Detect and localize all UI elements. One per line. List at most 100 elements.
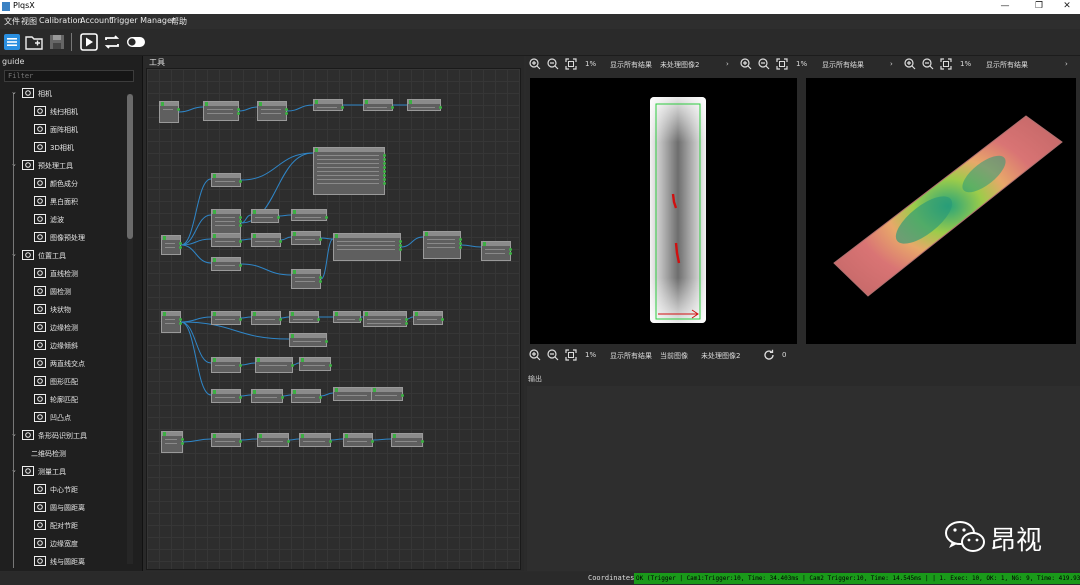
tool-node[interactable] (257, 433, 290, 447)
node-output-port[interactable] (291, 364, 294, 367)
tool-node[interactable] (161, 311, 182, 333)
node-output-port[interactable] (181, 442, 184, 445)
node-output-port[interactable] (177, 108, 180, 111)
node-output-port[interactable] (509, 252, 512, 255)
node-output-port[interactable] (459, 246, 462, 249)
node-output-port[interactable] (239, 364, 242, 367)
current-image-select[interactable]: 当前图像 (660, 351, 688, 361)
minimize-button[interactable]: — (990, 0, 1020, 14)
open-folder-icon[interactable] (25, 33, 43, 51)
node-output-port[interactable] (421, 440, 424, 443)
node-output-port[interactable] (359, 318, 362, 321)
tool-node[interactable] (333, 311, 362, 323)
node-output-port[interactable] (383, 162, 386, 165)
node-output-port[interactable] (405, 322, 408, 325)
tool-node[interactable] (413, 311, 444, 325)
node-output-port[interactable] (285, 112, 288, 115)
fit-view-icon[interactable] (565, 349, 577, 361)
node-output-port[interactable] (383, 154, 386, 157)
zoom-in-icon[interactable] (904, 58, 916, 70)
tool-node[interactable] (481, 241, 512, 261)
tool-node[interactable] (291, 231, 322, 245)
tool-node[interactable] (161, 235, 182, 255)
show-all-results[interactable]: 显示所有结果 (610, 351, 652, 361)
tool-node[interactable] (251, 209, 280, 223)
tool-node[interactable] (211, 311, 242, 325)
tool-node[interactable] (211, 257, 242, 271)
image-viewer-3d[interactable] (806, 78, 1076, 344)
tool-node[interactable] (291, 269, 322, 289)
tool-node[interactable] (299, 357, 332, 371)
tool-node[interactable] (343, 433, 374, 447)
tool-node[interactable] (211, 233, 242, 247)
image-select[interactable]: 未处理图像2 (701, 351, 740, 361)
node-output-port[interactable] (341, 106, 344, 109)
tool-node[interactable] (289, 311, 320, 323)
node-output-port[interactable] (239, 220, 242, 223)
node-output-port[interactable] (179, 246, 182, 249)
filter-input[interactable]: Filter (4, 70, 134, 82)
tool-node[interactable] (291, 389, 322, 403)
fit-view-icon[interactable] (940, 58, 952, 70)
node-output-port[interactable] (383, 174, 386, 177)
image-select[interactable]: 未处理图像2 (660, 60, 699, 70)
node-output-port[interactable] (239, 440, 242, 443)
menu-file[interactable]: 文件 (4, 16, 20, 27)
node-output-port[interactable] (329, 364, 332, 367)
zoom-in-icon[interactable] (740, 58, 752, 70)
tool-node[interactable] (407, 99, 442, 111)
save-icon[interactable] (48, 33, 66, 51)
node-output-port[interactable] (399, 248, 402, 251)
node-output-port[interactable] (239, 264, 242, 267)
close-button[interactable]: ✕ (1052, 0, 1080, 14)
tool-node[interactable] (257, 101, 288, 121)
node-output-port[interactable] (391, 106, 394, 109)
tool-node[interactable] (291, 209, 328, 221)
node-output-port[interactable] (459, 238, 462, 241)
node-output-port[interactable] (325, 216, 328, 219)
node-output-port[interactable] (239, 318, 242, 321)
node-output-port[interactable] (399, 240, 402, 243)
fit-view-icon[interactable] (565, 58, 577, 70)
node-output-port[interactable] (239, 396, 242, 399)
node-output-port[interactable] (371, 440, 374, 443)
list-icon[interactable] (3, 33, 21, 51)
node-output-port[interactable] (239, 180, 242, 183)
zoom-in-icon[interactable] (529, 58, 541, 70)
node-output-port[interactable] (383, 166, 386, 169)
tool-node[interactable] (289, 333, 328, 347)
node-output-port[interactable] (281, 396, 284, 399)
node-output-port[interactable] (439, 106, 442, 109)
tool-node[interactable] (203, 101, 240, 121)
tool-node[interactable] (333, 233, 402, 261)
node-output-port[interactable] (441, 318, 444, 321)
node-output-port[interactable] (239, 240, 242, 243)
refresh-icon[interactable] (763, 349, 775, 361)
viewer2-more[interactable]: › (890, 60, 893, 68)
tool-node[interactable] (211, 357, 242, 373)
show-all-results[interactable]: 显示所有结果 (986, 60, 1028, 70)
node-output-port[interactable] (279, 240, 282, 243)
node-output-port[interactable] (383, 182, 386, 185)
node-output-port[interactable] (319, 396, 322, 399)
node-output-port[interactable] (383, 158, 386, 161)
node-output-port[interactable] (179, 322, 182, 325)
node-output-port[interactable] (325, 340, 328, 343)
tool-node[interactable] (423, 231, 462, 259)
menu-view[interactable]: 视图 (21, 16, 37, 27)
tree-scrollbar[interactable] (127, 94, 133, 564)
node-output-port[interactable] (383, 170, 386, 173)
tool-node[interactable] (363, 99, 394, 111)
node-output-port[interactable] (181, 438, 184, 441)
node-output-port[interactable] (329, 440, 332, 443)
node-output-port[interactable] (405, 318, 408, 321)
zoom-out-icon[interactable] (547, 349, 559, 361)
node-output-port[interactable] (287, 440, 290, 443)
node-output-port[interactable] (279, 318, 282, 321)
tool-node[interactable] (211, 173, 242, 187)
show-all-results[interactable]: 显示所有结果 (610, 60, 652, 70)
node-output-port[interactable] (285, 108, 288, 111)
node-output-port[interactable] (399, 244, 402, 247)
node-output-port[interactable] (237, 112, 240, 115)
run-icon[interactable] (80, 33, 98, 51)
